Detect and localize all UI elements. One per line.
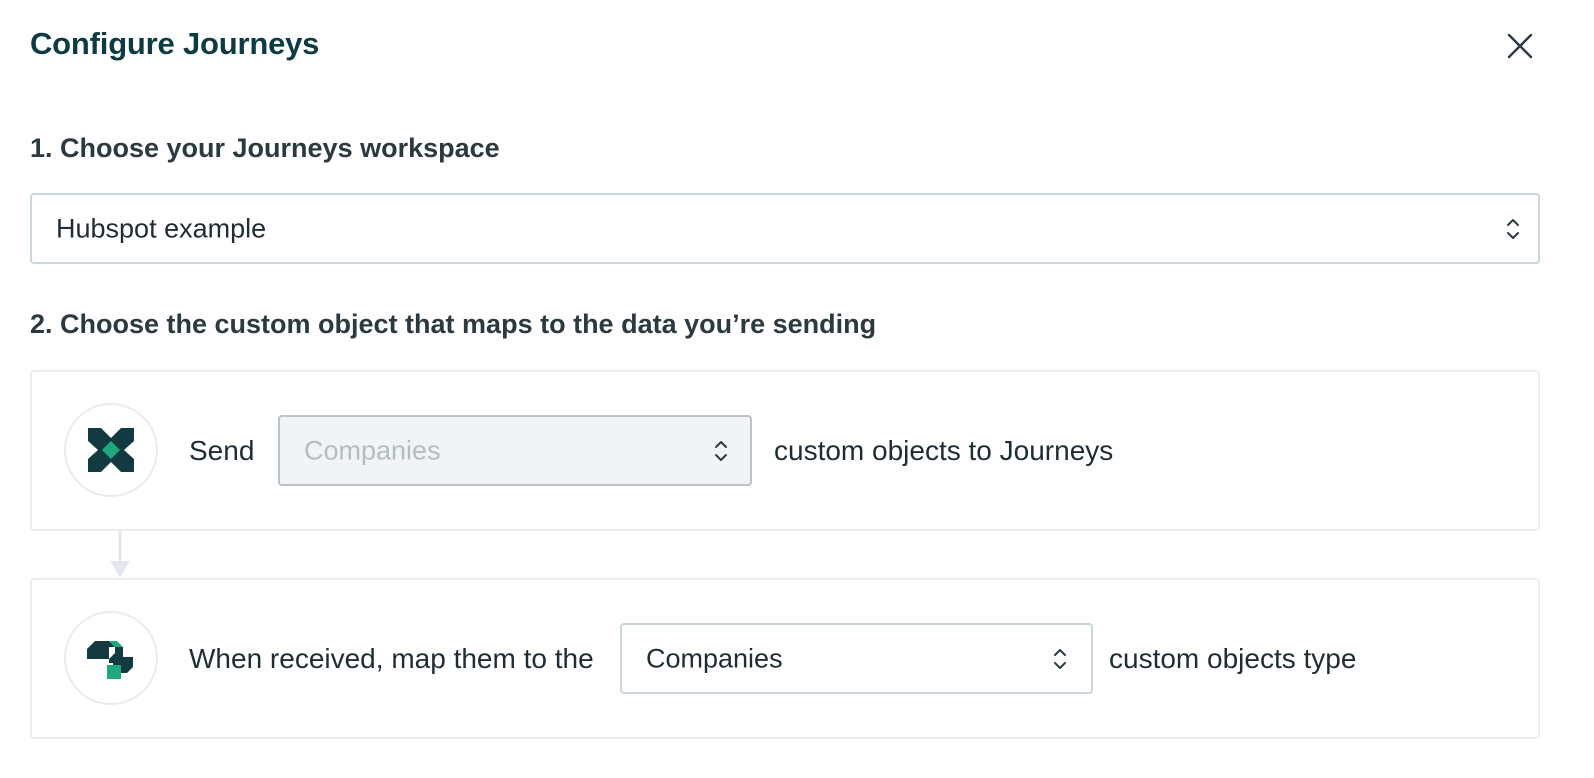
journeys-logo-icon <box>87 641 133 679</box>
target-suffix-text: custom objects type <box>1109 642 1357 674</box>
step2-heading: 2. Choose the custom object that maps to… <box>30 309 877 339</box>
configure-journeys-dialog: Configure Journeys 1. Choose your Journe… <box>0 0 1594 778</box>
chevron-up-down-icon <box>1507 218 1519 239</box>
chevron-up-down-icon <box>715 440 727 461</box>
dialog-title: Configure Journeys <box>30 26 320 61</box>
source-logo <box>64 403 158 497</box>
close-button[interactable] <box>1498 24 1542 68</box>
step1-heading: 1. Choose your Journeys workspace <box>30 133 500 163</box>
source-suffix-text: custom objects to Journeys <box>774 434 1114 466</box>
source-prefix-text: Send <box>189 434 255 466</box>
target-prefix-text: When received, map them to the <box>189 642 594 674</box>
source-object-select[interactable]: Companies <box>278 415 752 486</box>
target-object-value: Companies <box>646 643 783 673</box>
arrow-down-icon <box>110 531 130 578</box>
workspace-select-value: Hubspot example <box>56 213 267 243</box>
target-mapping-card: When received, map them to the Companies… <box>30 578 1540 739</box>
workspace-select[interactable]: Hubspot example <box>30 193 1540 264</box>
target-logo <box>64 611 158 705</box>
target-object-select[interactable]: Companies <box>620 623 1093 694</box>
source-object-placeholder: Companies <box>304 435 441 465</box>
hubspot-x-logo-icon <box>88 428 134 472</box>
close-icon <box>1507 33 1533 59</box>
chevron-up-down-icon <box>1054 648 1066 669</box>
source-mapping-card: Send Companies custom objects to Journey… <box>30 370 1540 531</box>
